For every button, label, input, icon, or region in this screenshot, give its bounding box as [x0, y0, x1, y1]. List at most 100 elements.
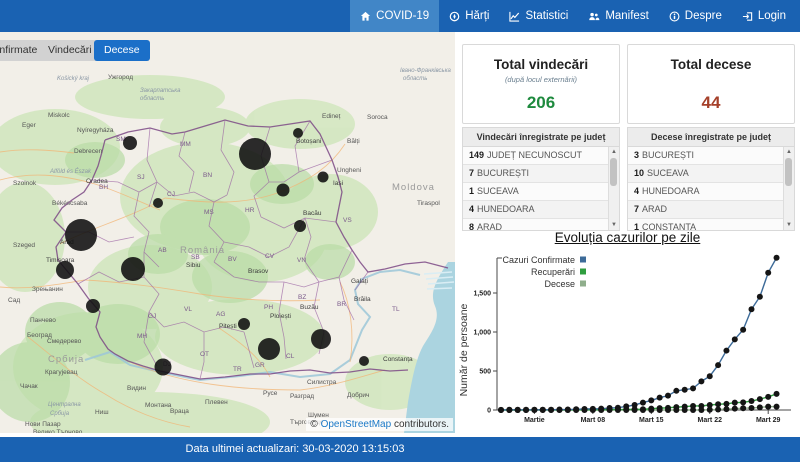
nav-item-login[interactable]: Login — [732, 0, 796, 32]
total-recovered-card: Total vindecări (după locul externării) … — [462, 44, 620, 124]
map-bubble-DJ[interactable] — [154, 358, 172, 376]
legend-label: Decese — [544, 279, 575, 289]
chart-dot — [564, 407, 571, 413]
osm-link[interactable]: OpenStreetMap — [321, 419, 392, 430]
chart-dot — [506, 407, 513, 413]
map-canvas[interactable]: Košický kraj Закарпатська область Івано-Фра… — [0, 32, 455, 433]
map-label: VL — [184, 306, 192, 313]
chart-dot — [656, 394, 663, 401]
map-bubble-IL[interactable] — [311, 329, 331, 349]
chart-dot — [723, 406, 730, 413]
nav-item-covid-19[interactable]: COVID-19 — [350, 0, 440, 32]
scroll-thumb[interactable] — [610, 158, 617, 186]
attr-prefix: © — [310, 419, 321, 430]
map[interactable]: Košický kraj Закарпатська область Івано-Фра… — [0, 32, 455, 433]
users-icon — [588, 11, 600, 22]
chart-dot — [715, 406, 722, 413]
deaths-list-rows: 3 BUCUREȘTI 10 SUCEAVA 4 HUNEDOARA 7 ARAD 1 CONST… — [628, 147, 784, 230]
map-bubble-DB[interactable] — [238, 318, 250, 330]
map-label: GR — [255, 362, 265, 369]
map-label: Плевен — [205, 399, 228, 406]
map-bubble-CJ[interactable] — [153, 198, 163, 208]
chart-dot — [731, 405, 738, 412]
nav-item-statistici[interactable]: Statistici — [499, 0, 578, 32]
map-label: România — [180, 245, 225, 256]
scroll-up-icon[interactable]: ▲ — [609, 147, 619, 157]
map-bubble-HD[interactable] — [121, 257, 145, 281]
chart-dot — [731, 399, 738, 406]
osm-attribution: © OpenStreetMap contributors. — [306, 418, 453, 431]
nav-item-h-r-i[interactable]: Hărți — [439, 0, 499, 32]
map-label: Ungheni — [337, 167, 361, 174]
map-bubble-SM[interactable] — [123, 136, 137, 150]
map-bubble-SV[interactable] — [239, 138, 271, 170]
chart-dot — [715, 401, 722, 408]
x-tick-label: Martie — [524, 417, 545, 424]
legend-label: Cazuri Confirmate — [502, 255, 575, 265]
chart-dot — [648, 397, 655, 404]
last-updated-text: Data ultimei actualizari: 30-03-2020 13:… — [185, 443, 405, 455]
map-label: Edineț — [322, 113, 341, 120]
scroll-up-icon[interactable]: ▲ — [784, 147, 794, 157]
chart-dot — [531, 407, 538, 413]
map-label: Ниш — [95, 409, 109, 416]
recovered-list-scrollbar[interactable]: ▲ ▼ — [608, 147, 619, 230]
scroll-down-icon[interactable]: ▼ — [609, 220, 619, 230]
map-bubble-TM[interactable] — [56, 261, 74, 279]
map-label: Bălți — [347, 138, 360, 145]
chart-dot — [748, 404, 755, 411]
nav-item-label: Despre — [684, 10, 722, 22]
map-label: Tiraspol — [417, 200, 440, 207]
map-label: VS — [343, 217, 352, 224]
chart-dot — [648, 407, 655, 413]
map-label: BV — [228, 256, 237, 263]
deaths-list-header: Decese înregistrate pe județ — [628, 128, 794, 147]
legend-swatch — [580, 256, 586, 263]
chart-dot — [665, 392, 671, 399]
map-bubble-BT[interactable] — [293, 128, 303, 138]
map-label: Szolnok — [13, 180, 37, 187]
map-label: область — [403, 76, 427, 82]
chart-dot — [740, 399, 747, 406]
chart-dot — [681, 386, 688, 393]
map-label: TR — [233, 366, 242, 373]
tab-decese[interactable]: Decese — [94, 40, 150, 61]
scroll-thumb[interactable] — [785, 158, 792, 186]
nav-item-label: Statistici — [525, 10, 569, 22]
map-bubble-BC[interactable] — [294, 220, 306, 232]
map-bubble-AR[interactable] — [65, 219, 97, 251]
map-bubble-IS[interactable] — [317, 171, 329, 183]
chart-dot — [765, 393, 772, 400]
chart-dot — [740, 326, 747, 333]
chart-dot — [690, 407, 697, 413]
chart-dot — [681, 407, 688, 413]
evolution-chart: 0 500 1,000 1,500 Martie Mart 08 Mart 15 Mart 2… — [458, 254, 791, 424]
chart-dot — [665, 407, 671, 413]
map-label: Moldova — [392, 182, 435, 193]
map-label: Русе — [263, 390, 278, 397]
series-line — [500, 257, 778, 411]
chart-dot — [706, 406, 713, 413]
map-label: Eger — [22, 122, 37, 129]
map-label: Видин — [127, 385, 146, 392]
chart-dot — [581, 407, 588, 413]
chart-dot — [706, 373, 713, 380]
deaths-list-scrollbar[interactable]: ▲ ▼ — [783, 147, 794, 230]
tab-vindecări[interactable]: Vindecări — [38, 40, 102, 61]
map-bubble-NT[interactable] — [276, 183, 290, 197]
nav-item-manifest[interactable]: Manifest — [578, 0, 658, 32]
chart-dot — [723, 400, 730, 407]
chart-dot — [523, 407, 530, 413]
chart-dot — [698, 378, 705, 385]
chart-dot — [656, 407, 663, 413]
map-bubble-CS[interactable] — [86, 299, 100, 313]
map-bubble-CT[interactable] — [359, 356, 369, 366]
list-row: 7 ARAD — [628, 201, 784, 219]
footer-bar: Data ultimei actualizari: 30-03-2020 13:… — [0, 437, 800, 462]
scroll-down-icon[interactable]: ▼ — [784, 220, 794, 230]
nav-item-despre[interactable]: Despre — [659, 0, 732, 32]
map-bubble-B[interactable] — [258, 338, 280, 360]
map-label: Bacău — [303, 210, 322, 217]
map-label: Botoșani — [296, 138, 321, 145]
map-label: Добрич — [347, 391, 369, 399]
